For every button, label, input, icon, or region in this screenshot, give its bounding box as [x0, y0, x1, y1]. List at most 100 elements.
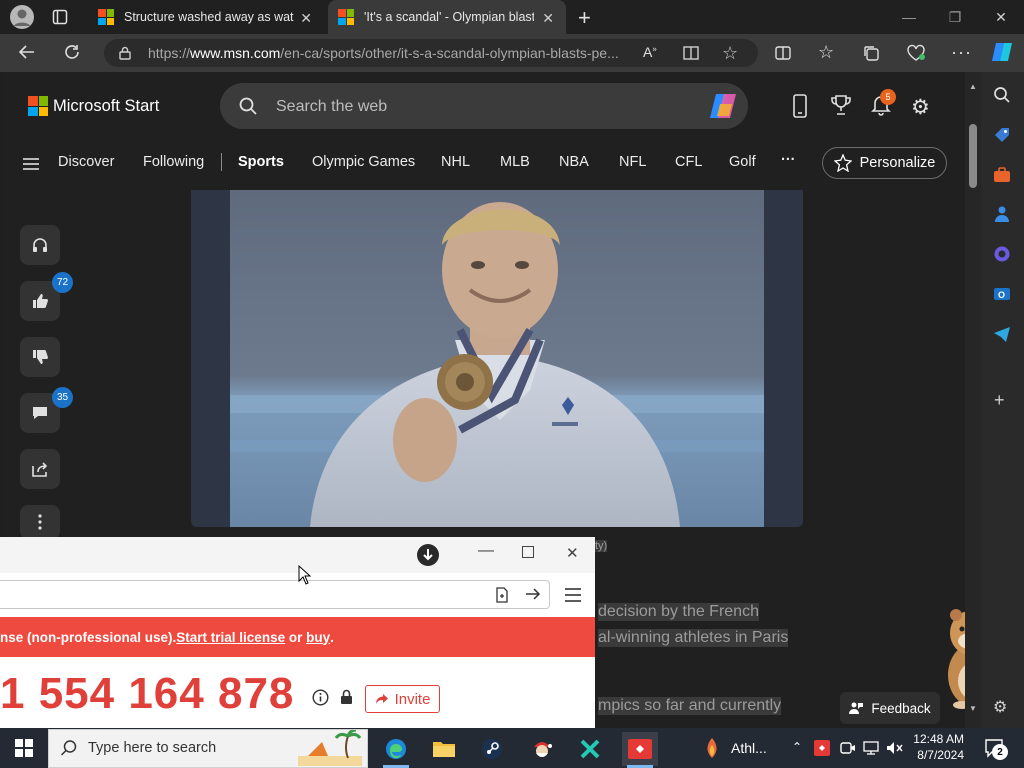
back-icon[interactable] — [18, 43, 36, 61]
feedback-button[interactable]: Feedback — [840, 692, 940, 724]
taskbar-edge-icon[interactable] — [378, 732, 414, 766]
sidebar-add-icon[interactable]: + — [994, 390, 1005, 411]
taskbar-clock[interactable]: 12:48 AM 8/7/2024 — [906, 731, 964, 763]
tools-briefcase-icon[interactable] — [993, 166, 1011, 184]
rewards-trophy-icon[interactable] — [830, 94, 852, 116]
taskbar-x-app-icon[interactable] — [572, 732, 608, 766]
split-screen-icon[interactable] — [774, 44, 792, 62]
nav-nfl[interactable]: NFL — [619, 154, 646, 170]
tab-actions-icon[interactable] — [52, 9, 68, 25]
taskbar-steam-icon[interactable] — [474, 732, 510, 766]
shopping-tag-icon[interactable] — [993, 126, 1011, 144]
collections-icon[interactable] — [862, 44, 880, 62]
outlook-icon[interactable]: O — [993, 285, 1011, 303]
taskbar-anydesk-icon[interactable] — [622, 732, 658, 766]
lock-icon[interactable] — [119, 46, 131, 60]
read-aloud-icon[interactable]: A» — [643, 44, 657, 60]
sparkle-star-icon — [833, 154, 852, 172]
buy-link[interactable]: buy — [306, 630, 330, 645]
copilot-icon[interactable] — [708, 92, 738, 120]
new-tab-icon[interactable]: + — [578, 5, 591, 31]
brand-name[interactable]: Microsoft Start — [53, 97, 159, 116]
taskbar-file-explorer-icon[interactable] — [426, 732, 462, 766]
close-window-icon[interactable]: ✕ — [978, 0, 1024, 34]
nav-sports[interactable]: Sports — [238, 154, 284, 170]
refresh-icon[interactable] — [63, 43, 81, 61]
nav-following[interactable]: Following — [143, 154, 204, 170]
thumbs-up-icon — [33, 294, 48, 308]
tray-meet-camera-icon[interactable] — [840, 741, 856, 755]
search-placeholder: Search the web — [276, 98, 388, 115]
invite-button[interactable]: Invite — [365, 685, 440, 713]
copilot-sidebar-icon[interactable] — [993, 245, 1011, 263]
tray-network-icon[interactable] — [863, 741, 879, 755]
taskbar-santa-app-icon[interactable] — [524, 732, 560, 766]
url-text[interactable]: https://www.msn.com/en-ca/sports/other/i… — [148, 45, 638, 61]
vertical-dots-icon — [38, 514, 42, 530]
nav-more-icon[interactable]: ··· — [781, 152, 796, 168]
feedback-person-icon — [849, 702, 864, 714]
nav-golf[interactable]: Golf — [729, 154, 756, 170]
settings-gear-icon[interactable]: ⚙ — [911, 95, 930, 120]
nav-discover[interactable]: Discover — [58, 154, 114, 170]
tray-anydesk-icon[interactable] — [814, 740, 830, 756]
article-text-line: decision by the French — [598, 603, 759, 621]
favorite-star-icon[interactable]: ☆ — [722, 43, 738, 64]
close-tab-icon[interactable]: ✕ — [300, 10, 312, 27]
nav-nba[interactable]: NBA — [559, 154, 589, 170]
overlay-minimize-icon[interactable]: — — [478, 542, 494, 560]
tab-olympian-blasts[interactable]: 'It's a scandal' - Olympian blasts ✕ — [328, 0, 566, 34]
feedback-label: Feedback — [871, 700, 931, 716]
nav-cfl[interactable]: CFL — [675, 154, 702, 170]
article-photo[interactable] — [230, 190, 764, 527]
more-menu-icon[interactable]: ··· — [951, 42, 972, 63]
nav-nhl[interactable]: NHL — [441, 154, 470, 170]
beach-chair-icon[interactable] — [298, 730, 362, 766]
license-banner-text: nse (non-professional use). — [0, 629, 177, 645]
athletes-app-label[interactable]: Athl... — [731, 740, 767, 756]
browser-essentials-icon[interactable] — [906, 44, 926, 62]
download-badge-icon[interactable] — [417, 544, 439, 566]
more-options-button[interactable] — [20, 505, 60, 539]
connect-arrow-icon[interactable] — [525, 587, 541, 601]
athletes-app-icon[interactable] — [703, 737, 721, 759]
nav-olympic-games[interactable]: Olympic Games — [312, 154, 415, 170]
immersive-reader-icon[interactable] — [682, 44, 700, 62]
taskbar-search-placeholder: Type here to search — [88, 740, 217, 756]
telegram-send-icon[interactable] — [993, 325, 1011, 343]
windows-start-icon[interactable] — [15, 739, 33, 757]
msn-favicon-icon — [338, 9, 354, 25]
photo-caption-fragment: ty) — [595, 540, 608, 552]
profile-avatar[interactable] — [10, 5, 34, 29]
file-transfer-icon[interactable] — [495, 587, 509, 603]
tab-structure-washed[interactable]: Structure washed away as water ✕ — [88, 0, 324, 34]
tray-volume-muted-icon[interactable] — [886, 741, 904, 755]
tab-title: 'It's a scandal' - Olympian blasts — [364, 10, 534, 24]
info-icon[interactable] — [312, 689, 329, 706]
share-button[interactable] — [20, 449, 60, 489]
hamburger-menu-icon[interactable] — [22, 157, 40, 171]
page-scrollbar[interactable]: ▲ ▼ — [965, 72, 981, 728]
dislike-button[interactable] — [20, 337, 60, 377]
nav-mlb[interactable]: MLB — [500, 154, 530, 170]
overlay-close-icon[interactable]: ✕ — [566, 544, 579, 562]
listen-button[interactable] — [20, 225, 60, 265]
restore-window-icon[interactable]: ❐ — [932, 0, 978, 34]
overlay-menu-icon[interactable] — [565, 588, 581, 602]
copilot-icon[interactable] — [990, 40, 1014, 64]
microsoft-logo-icon[interactable] — [28, 96, 48, 116]
games-person-icon[interactable] — [993, 205, 1011, 223]
sidebar-settings-icon[interactable]: ⚙ — [993, 697, 1007, 717]
overlay-maximize-icon[interactable] — [522, 546, 534, 558]
close-tab-icon[interactable]: ✕ — [542, 10, 554, 27]
favorites-icon[interactable]: ☆ — [818, 42, 834, 63]
lock-icon[interactable] — [340, 689, 353, 705]
sidebar-search-icon[interactable] — [993, 86, 1011, 104]
start-trial-license-link[interactable]: Start trial license — [176, 630, 285, 645]
minimize-window-icon[interactable]: — — [886, 0, 932, 34]
mobile-app-icon[interactable] — [792, 94, 808, 118]
scrollbar-thumb[interactable] — [969, 124, 977, 188]
show-hidden-icons-chevron-icon[interactable]: ⌃ — [792, 740, 802, 754]
partner-id-input[interactable] — [0, 580, 550, 609]
personalize-button[interactable]: Personalize — [822, 147, 947, 179]
